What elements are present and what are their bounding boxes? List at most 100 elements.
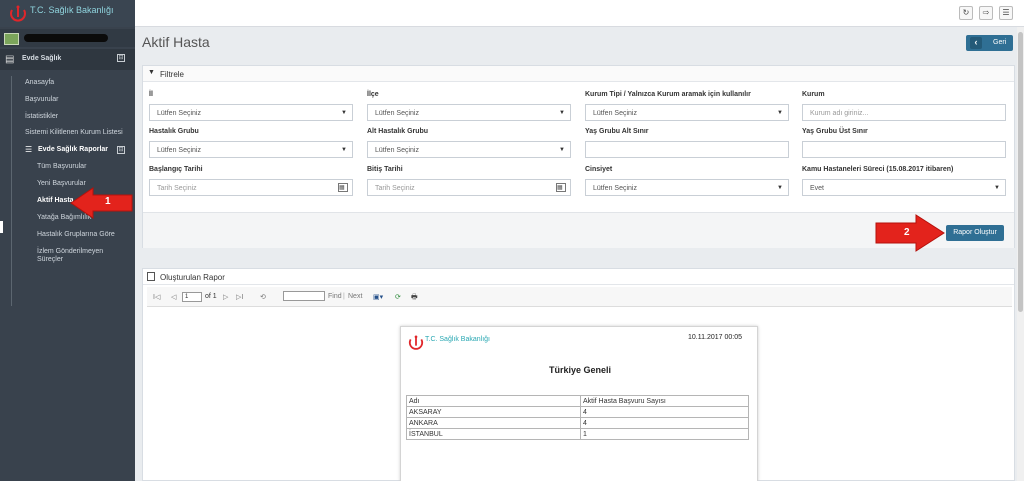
sidebar-item-anasayfa[interactable]: Anasayfa: [25, 79, 54, 86]
select-kurum-tipi[interactable]: Lütfen Seçiniz ▼: [585, 104, 789, 121]
chevron-left-icon: ‹: [970, 37, 982, 49]
field-label-yas-ust: Yaş Grubu Üst Sınır: [802, 128, 868, 135]
user-profile[interactable]: [0, 29, 135, 47]
baslangic-tarihi-input[interactable]: Tarih Seçiniz ▦: [149, 179, 353, 196]
chevron-down-icon: ▼: [341, 147, 347, 153]
table-cell: 4: [580, 406, 749, 418]
first-page-icon[interactable]: I◁: [153, 293, 160, 301]
select-cinsiyet[interactable]: Lütfen Seçiniz ▼: [585, 179, 789, 196]
logo-area[interactable]: T.C. Sağlık Bakanlığı: [0, 0, 135, 27]
tree-line: [11, 76, 12, 306]
field-label-il: İl: [149, 91, 153, 98]
table-cell: 1: [580, 428, 749, 440]
sidebar-item-izlem-gonderilmeyen[interactable]: İzlem Gönderilmeyen: [37, 248, 103, 255]
export-icon[interactable]: ▣▾: [373, 293, 383, 301]
avatar: [4, 33, 19, 45]
select-il[interactable]: Lütfen Seçiniz ▼: [149, 104, 353, 121]
field-label-kurum: Kurum: [802, 91, 825, 98]
logout-button[interactable]: ⇨: [979, 6, 993, 20]
filter-panel-title: Filtrele: [160, 70, 185, 79]
table-cell: İSTANBUL: [406, 428, 581, 440]
field-label-hastalik-grubu: Hastalık Grubu: [149, 128, 199, 135]
sidebar-section-evde-saglik[interactable]: ▤ Evde Sağlık ⊟: [0, 49, 135, 70]
table-row: AKSARAY 4: [406, 406, 749, 418]
sidebar-item-izlem-surecler[interactable]: Süreçler: [37, 256, 63, 263]
chevron-down-icon: ▼: [777, 185, 783, 191]
top-bar: T.C. Sağlık Bakanlığı ↻ ⇨ ☰: [0, 0, 1024, 27]
select-kamu-hastaneleri[interactable]: Evet ▼: [802, 179, 1006, 196]
select-il-value: Lütfen Seçiniz: [157, 110, 201, 117]
field-label-kurum-tipi: Kurum Tipi / Yalnızca Kurum aramak için …: [585, 91, 751, 98]
field-label-ilce: İlçe: [367, 91, 379, 98]
bitis-tarihi-input[interactable]: Tarih Seçiniz ▦: [367, 179, 571, 196]
yas-alt-sinir-input[interactable]: [585, 141, 789, 158]
previous-page-icon[interactable]: ◁: [171, 293, 176, 301]
select-alt-hastalik-grubu[interactable]: Lütfen Seçiniz ▼: [367, 141, 571, 158]
annotation-number-2: 2: [904, 227, 910, 238]
page-title: Aktif Hasta: [142, 34, 210, 50]
sidebar-group-label: Evde Sağlık Raporlar: [38, 146, 109, 153]
report-title: Türkiye Geneli: [548, 365, 612, 375]
report-viewer-toolbar: I◁ ◁ 1 of 1 ▷ ▷I ⟲ Find | Next ▣▾ ⟳ 🖶: [147, 287, 1012, 307]
table-cell: ANKARA: [406, 417, 581, 429]
chevron-down-icon: ▼: [777, 110, 783, 116]
kurum-input[interactable]: Kurum adı giriniz...: [802, 104, 1006, 121]
report-panel-title: Oluşturulan Rapor: [160, 273, 225, 282]
find-link[interactable]: Find: [328, 293, 342, 300]
filter-panel-header[interactable]: ▼ Filtrele: [143, 66, 1014, 82]
chevron-down-icon: ▼: [341, 110, 347, 116]
field-label-yas-alt: Yaş Grubu Alt Sınır: [585, 128, 649, 135]
menu-button[interactable]: ☰: [999, 6, 1013, 20]
report-date: 10.11.2017 00:05: [688, 334, 742, 341]
table-header-row: Adı Aktif Hasta Başvuru Sayısı: [406, 395, 749, 407]
chevron-down-icon: ▼: [559, 110, 565, 116]
field-label-kamu-hastaneleri: Kamu Hastaneleri Süreci (15.08.2017 itib…: [802, 166, 954, 173]
page-scrollbar[interactable]: [1017, 27, 1024, 481]
table-row: ANKARA 4: [406, 417, 749, 429]
page-count: of 1: [205, 293, 217, 300]
column-header: Adı: [406, 395, 581, 407]
active-indicator: [0, 221, 3, 233]
calendar-icon[interactable]: ▦: [338, 183, 348, 192]
refresh-icon[interactable]: ⟳: [395, 293, 401, 301]
sidebar-item-hastalik-gruplarina-gore[interactable]: Hastalık Gruplarına Göre: [37, 231, 115, 238]
sidebar-item-istatistikler[interactable]: İstatistikler: [25, 113, 58, 120]
report-panel-header: Oluşturulan Rapor: [143, 269, 1014, 285]
rapor-olustur-button[interactable]: Rapor Oluştur: [946, 225, 1004, 241]
select-hastalik-grubu[interactable]: Lütfen Seçiniz ▼: [149, 141, 353, 158]
find-next-link[interactable]: Next: [348, 293, 362, 300]
group-collapse-icon[interactable]: ⊟: [117, 146, 125, 154]
collapse-icon[interactable]: ⊟: [117, 54, 125, 62]
filter-icon: ▼: [148, 69, 155, 76]
back-button-label: Geri: [993, 39, 1007, 46]
scrollbar-thumb[interactable]: [1018, 32, 1023, 312]
ministry-logo-icon: [10, 5, 26, 22]
select-ilce[interactable]: Lütfen Seçiniz ▼: [367, 104, 571, 121]
logo-text: T.C. Sağlık Bakanlığı: [30, 5, 114, 15]
last-page-icon[interactable]: ▷I: [236, 293, 243, 301]
find-input[interactable]: [283, 291, 325, 301]
table-row: İSTANBUL 1: [406, 428, 749, 440]
calendar-icon[interactable]: ▦: [556, 183, 566, 192]
sidebar-item-kilitlenen-kurum[interactable]: Sistemi Kilitlenen Kurum Listesi: [25, 129, 123, 136]
field-label-baslangic-tarihi: Başlangıç Tarihi: [149, 166, 203, 173]
field-label-cinsiyet: Cinsiyet: [585, 166, 613, 173]
select-kamu-hastaneleri-value: Evet: [810, 185, 825, 192]
report-document: T.C. Sağlık Bakanlığı 10.11.2017 00:05 T…: [400, 326, 758, 481]
table-cell: AKSARAY: [406, 406, 581, 418]
page-number-input[interactable]: 1: [182, 292, 202, 302]
baslangic-tarihi-placeholder: Tarih Seçiniz: [157, 185, 197, 192]
print-icon[interactable]: 🖶: [411, 293, 418, 304]
back-button[interactable]: ‹ Geri: [966, 35, 1013, 51]
list-icon: ☰: [25, 145, 33, 154]
next-page-icon[interactable]: ▷: [223, 293, 228, 301]
sidebar-item-basvurular[interactable]: Başvurular: [25, 96, 58, 103]
back-icon[interactable]: ⟲: [260, 293, 266, 301]
refresh-button[interactable]: ↻: [959, 6, 973, 20]
annotation-number-1: 1: [105, 196, 111, 207]
yas-ust-sinir-input[interactable]: [802, 141, 1006, 158]
sidebar-item-tum-basvurular[interactable]: Tüm Başvurular: [37, 163, 86, 170]
report-logo-text: T.C. Sağlık Bakanlığı: [425, 336, 490, 343]
sidebar-section-title: Evde Sağlık: [22, 55, 62, 62]
username-redacted: [24, 34, 108, 42]
